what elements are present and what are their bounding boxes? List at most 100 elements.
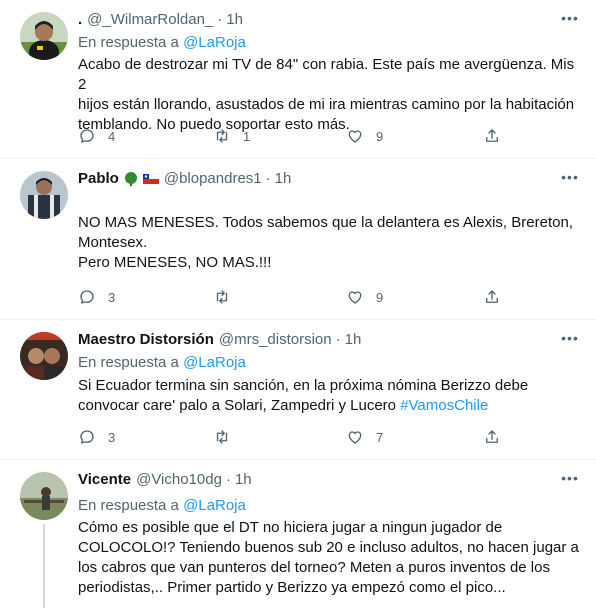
reply-count: 3 xyxy=(108,289,116,305)
retweet-button[interactable]: 1 xyxy=(213,127,250,145)
tweet-header: Vicente @Vicho10dg · 1h xyxy=(78,471,252,488)
tweet-text: Acabo de destrozar mi TV de 84" con rabi… xyxy=(78,55,583,135)
timestamp[interactable]: 1h xyxy=(275,170,292,187)
tweet-header: Maestro Distorsión @mrs_distorsion · 1h xyxy=(78,331,361,348)
tree-emoji xyxy=(124,171,137,186)
retweet-icon xyxy=(216,129,228,143)
tweet-feed: . @_WilmarRoldan_ · 1h ••• En respuesta … xyxy=(0,0,596,608)
tweet-text-line: Acabo de destrozar mi TV de 84" con rabi… xyxy=(78,56,575,93)
retweet-button[interactable] xyxy=(213,428,231,446)
share-button[interactable] xyxy=(483,428,501,446)
retweet-icon xyxy=(216,430,228,444)
like-button[interactable]: 7 xyxy=(346,428,383,446)
avatar-photo-band xyxy=(20,332,68,380)
tweet-actions: 3 9 xyxy=(78,288,508,308)
reply-context: En respuesta a @LaRoja xyxy=(78,497,246,514)
more-options-icon[interactable]: ••• xyxy=(560,8,580,28)
reply-mention-link[interactable]: @LaRoja xyxy=(183,34,246,51)
separator-dot: · xyxy=(335,331,341,348)
share-button[interactable] xyxy=(483,127,501,145)
tweet[interactable]: Pablo @blopandres1 · 1h ••• NO MAS MENES… xyxy=(0,159,596,320)
tweet-text-line: Si Ecuador termina sin sanción, en la pr… xyxy=(78,377,529,394)
tweet[interactable]: . @_WilmarRoldan_ · 1h ••• En respuesta … xyxy=(0,0,596,159)
display-name[interactable]: . xyxy=(78,11,82,28)
heart-icon xyxy=(348,431,362,444)
reply-context: En respuesta a @LaRoja xyxy=(78,34,246,51)
hashtag-link[interactable]: #VamosChile xyxy=(400,397,488,414)
tweet-text-line: Pero MENESES, NO MAS.!!! xyxy=(78,254,272,271)
display-name[interactable]: Pablo xyxy=(78,170,119,187)
reply-prefix: En respuesta a xyxy=(78,34,179,51)
tweet-text-line: Cómo es posible que el DT no hiciera jug… xyxy=(78,519,503,536)
chile-flag-emoji xyxy=(142,173,159,184)
tweet-header: . @_WilmarRoldan_ · 1h xyxy=(78,11,243,28)
avatar-photo-referee xyxy=(20,12,68,60)
avatar[interactable] xyxy=(20,472,68,520)
reply-count: 4 xyxy=(108,128,116,144)
more-options-icon[interactable]: ••• xyxy=(560,328,580,348)
heart-icon xyxy=(348,130,362,143)
tweet-text-line: COLOCOLO!? Teniendo buenos sub 20 e incl… xyxy=(78,539,579,556)
share-icon xyxy=(486,430,498,443)
tweet-text: Si Ecuador termina sin sanción, en la pr… xyxy=(78,376,583,416)
tweet-text: Cómo es posible que el DT no hiciera jug… xyxy=(78,518,583,598)
share-icon xyxy=(486,290,498,303)
reply-button[interactable]: 3 xyxy=(78,288,115,306)
timestamp[interactable]: 1h xyxy=(345,331,362,348)
like-count: 9 xyxy=(376,128,384,144)
more-options-icon[interactable]: ••• xyxy=(560,167,580,187)
like-count: 9 xyxy=(376,289,384,305)
reply-prefix: En respuesta a xyxy=(78,354,179,371)
avatar[interactable] xyxy=(20,12,68,60)
separator-dot: · xyxy=(225,471,231,488)
retweet-button[interactable] xyxy=(213,288,231,306)
tweet-text-segment: convocar care' palo a Solari, Zampedri y… xyxy=(78,397,397,414)
reply-mention-link[interactable]: @LaRoja xyxy=(183,497,246,514)
tweet-text-line: periodistas,.. Primer partido y Berizzo … xyxy=(78,579,506,596)
timestamp[interactable]: 1h xyxy=(226,11,243,28)
tweet-text-line: Montesex. xyxy=(78,234,148,251)
avatar[interactable] xyxy=(20,332,68,380)
reply-icon xyxy=(80,430,94,444)
user-handle[interactable]: @mrs_distorsion xyxy=(219,331,332,348)
tweet-header: Pablo @blopandres1 · 1h xyxy=(78,170,291,187)
separator-dot: · xyxy=(217,11,223,28)
reply-button[interactable]: 4 xyxy=(78,127,115,145)
reply-icon xyxy=(80,290,94,304)
share-icon xyxy=(486,129,498,142)
tweet-text-line: los cabros que van punteros del torneo? … xyxy=(78,559,550,576)
reply-button[interactable]: 3 xyxy=(78,428,115,446)
tweet-text-line: NO MAS MENESES. Todos sabemos que la del… xyxy=(78,214,573,231)
timestamp[interactable]: 1h xyxy=(235,471,252,488)
tweet-actions: 3 7 xyxy=(78,428,508,448)
like-count: 7 xyxy=(376,429,384,445)
heart-icon xyxy=(348,291,362,304)
reply-prefix: En respuesta a xyxy=(78,497,179,514)
thread-connector-line xyxy=(43,524,45,608)
avatar-photo-landscape xyxy=(20,472,68,520)
share-button[interactable] xyxy=(483,288,501,306)
tweet-text-line: hijos están llorando, asustados de mi ir… xyxy=(78,96,575,113)
user-handle[interactable]: @Vicho10dg xyxy=(136,471,222,488)
tweet-text-line: convocar care' palo a Solari, Zampedri y… xyxy=(78,396,583,416)
tweet-text: NO MAS MENESES. Todos sabemos que la del… xyxy=(78,213,583,273)
retweet-count: 1 xyxy=(243,128,251,144)
reply-count: 3 xyxy=(108,429,116,445)
tweet-actions: 4 1 9 xyxy=(78,127,508,147)
avatar[interactable] xyxy=(20,171,68,219)
retweet-icon xyxy=(216,290,228,304)
display-name[interactable]: Vicente xyxy=(78,471,131,488)
reply-context: En respuesta a @LaRoja xyxy=(78,354,246,371)
like-button[interactable]: 9 xyxy=(346,288,383,306)
tweet[interactable]: Vicente @Vicho10dg · 1h ••• En respuesta… xyxy=(0,460,596,608)
user-handle[interactable]: @blopandres1 xyxy=(164,170,262,187)
user-handle[interactable]: @_WilmarRoldan_ xyxy=(87,11,213,28)
tweet[interactable]: Maestro Distorsión @mrs_distorsion · 1h … xyxy=(0,320,596,460)
avatar-photo-player xyxy=(20,171,68,219)
more-options-icon[interactable]: ••• xyxy=(560,468,580,488)
reply-mention-link[interactable]: @LaRoja xyxy=(183,354,246,371)
reply-icon xyxy=(80,129,94,143)
separator-dot: · xyxy=(265,170,271,187)
display-name[interactable]: Maestro Distorsión xyxy=(78,331,214,348)
like-button[interactable]: 9 xyxy=(346,127,383,145)
